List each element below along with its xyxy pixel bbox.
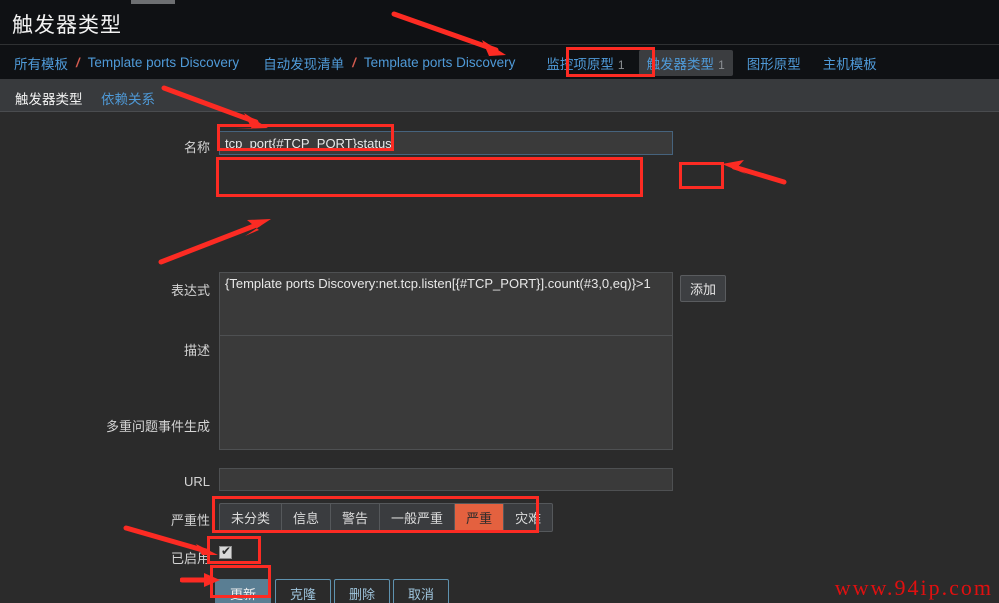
- nav-item-item-prototypes-label: 监控项原型: [546, 56, 614, 72]
- breadcrumb-separator-2: /: [352, 55, 356, 70]
- update-button[interactable]: 更新: [215, 579, 272, 603]
- multiple-events-label: 多重问题事件生成: [105, 419, 210, 434]
- nav-item-trigger-prototypes-label: 触发器类型: [646, 56, 715, 72]
- breadcrumb-discovery-list[interactable]: 自动发现清单: [262, 53, 345, 73]
- nav-item-host-prototypes[interactable]: 主机模板: [815, 50, 885, 76]
- description-textarea[interactable]: [219, 335, 673, 450]
- header-stub-marker: [131, 0, 175, 4]
- nav-item-trigger-prototypes[interactable]: 触发器类型 1: [638, 49, 733, 76]
- navigation-bar: 所有模板 / Template ports Discovery 自动发现清单 /…: [0, 44, 999, 79]
- watermark: www.94ip.com: [834, 575, 993, 600]
- url-label: URL: [183, 474, 210, 489]
- severity-option-high[interactable]: 严重: [455, 504, 505, 531]
- zabbix-trigger-prototype-page: 触发器类型 所有模板 / Template ports Discovery 自动…: [0, 0, 999, 603]
- breadcrumb: 所有模板 / Template ports Discovery 自动发现清单 /…: [13, 45, 891, 80]
- breadcrumb-all-templates[interactable]: 所有模板: [13, 53, 69, 73]
- nav-item-graph-prototypes-label: 图形原型: [746, 56, 801, 72]
- nav-item-trigger-prototypes-count: 1: [718, 57, 725, 72]
- nav-item-item-prototypes[interactable]: 监控项原型 1: [538, 50, 632, 76]
- breadcrumb-template-name[interactable]: Template ports Discovery: [87, 55, 241, 70]
- nav-item-item-prototypes-count: 1: [617, 57, 625, 72]
- top-header-bar: 触发器类型: [0, 0, 999, 44]
- trigger-prototype-form: 名称 表达式 {Template ports Discovery:net.tcp…: [0, 112, 999, 603]
- expression-label: 表达式: [170, 283, 210, 298]
- severity-selector: 未分类 信息 警告 一般严重 严重 灾难: [219, 503, 554, 532]
- name-input[interactable]: [219, 131, 673, 155]
- page-title: 触发器类型: [12, 14, 122, 37]
- clone-button[interactable]: 克隆: [275, 579, 332, 603]
- cancel-button[interactable]: 取消: [393, 579, 450, 603]
- breadcrumb-separator: /: [76, 55, 80, 70]
- enabled-checkbox[interactable]: [219, 544, 232, 559]
- breadcrumb-discovery-rule[interactable]: Template ports Discovery: [363, 55, 517, 70]
- nav-item-host-prototypes-label: 主机模板: [822, 56, 877, 72]
- url-input[interactable]: [219, 468, 673, 491]
- enabled-label: 已启用: [170, 551, 210, 566]
- description-label: 描述: [183, 343, 210, 358]
- tab-dependencies[interactable]: 依赖关系: [99, 85, 157, 111]
- tab-bar: 触发器类型 依赖关系: [0, 79, 999, 116]
- severity-option-information[interactable]: 信息: [282, 504, 332, 531]
- nav-item-graph-prototypes[interactable]: 图形原型: [739, 50, 809, 76]
- delete-button[interactable]: 删除: [334, 579, 391, 603]
- severity-option-average[interactable]: 一般严重: [380, 504, 456, 531]
- severity-option-disaster[interactable]: 灾难: [504, 504, 552, 531]
- add-button[interactable]: 添加: [680, 275, 727, 302]
- severity-option-warning[interactable]: 警告: [331, 504, 381, 531]
- severity-label: 严重性: [170, 513, 210, 528]
- name-label: 名称: [183, 140, 210, 155]
- severity-option-not-classified[interactable]: 未分类: [220, 504, 283, 531]
